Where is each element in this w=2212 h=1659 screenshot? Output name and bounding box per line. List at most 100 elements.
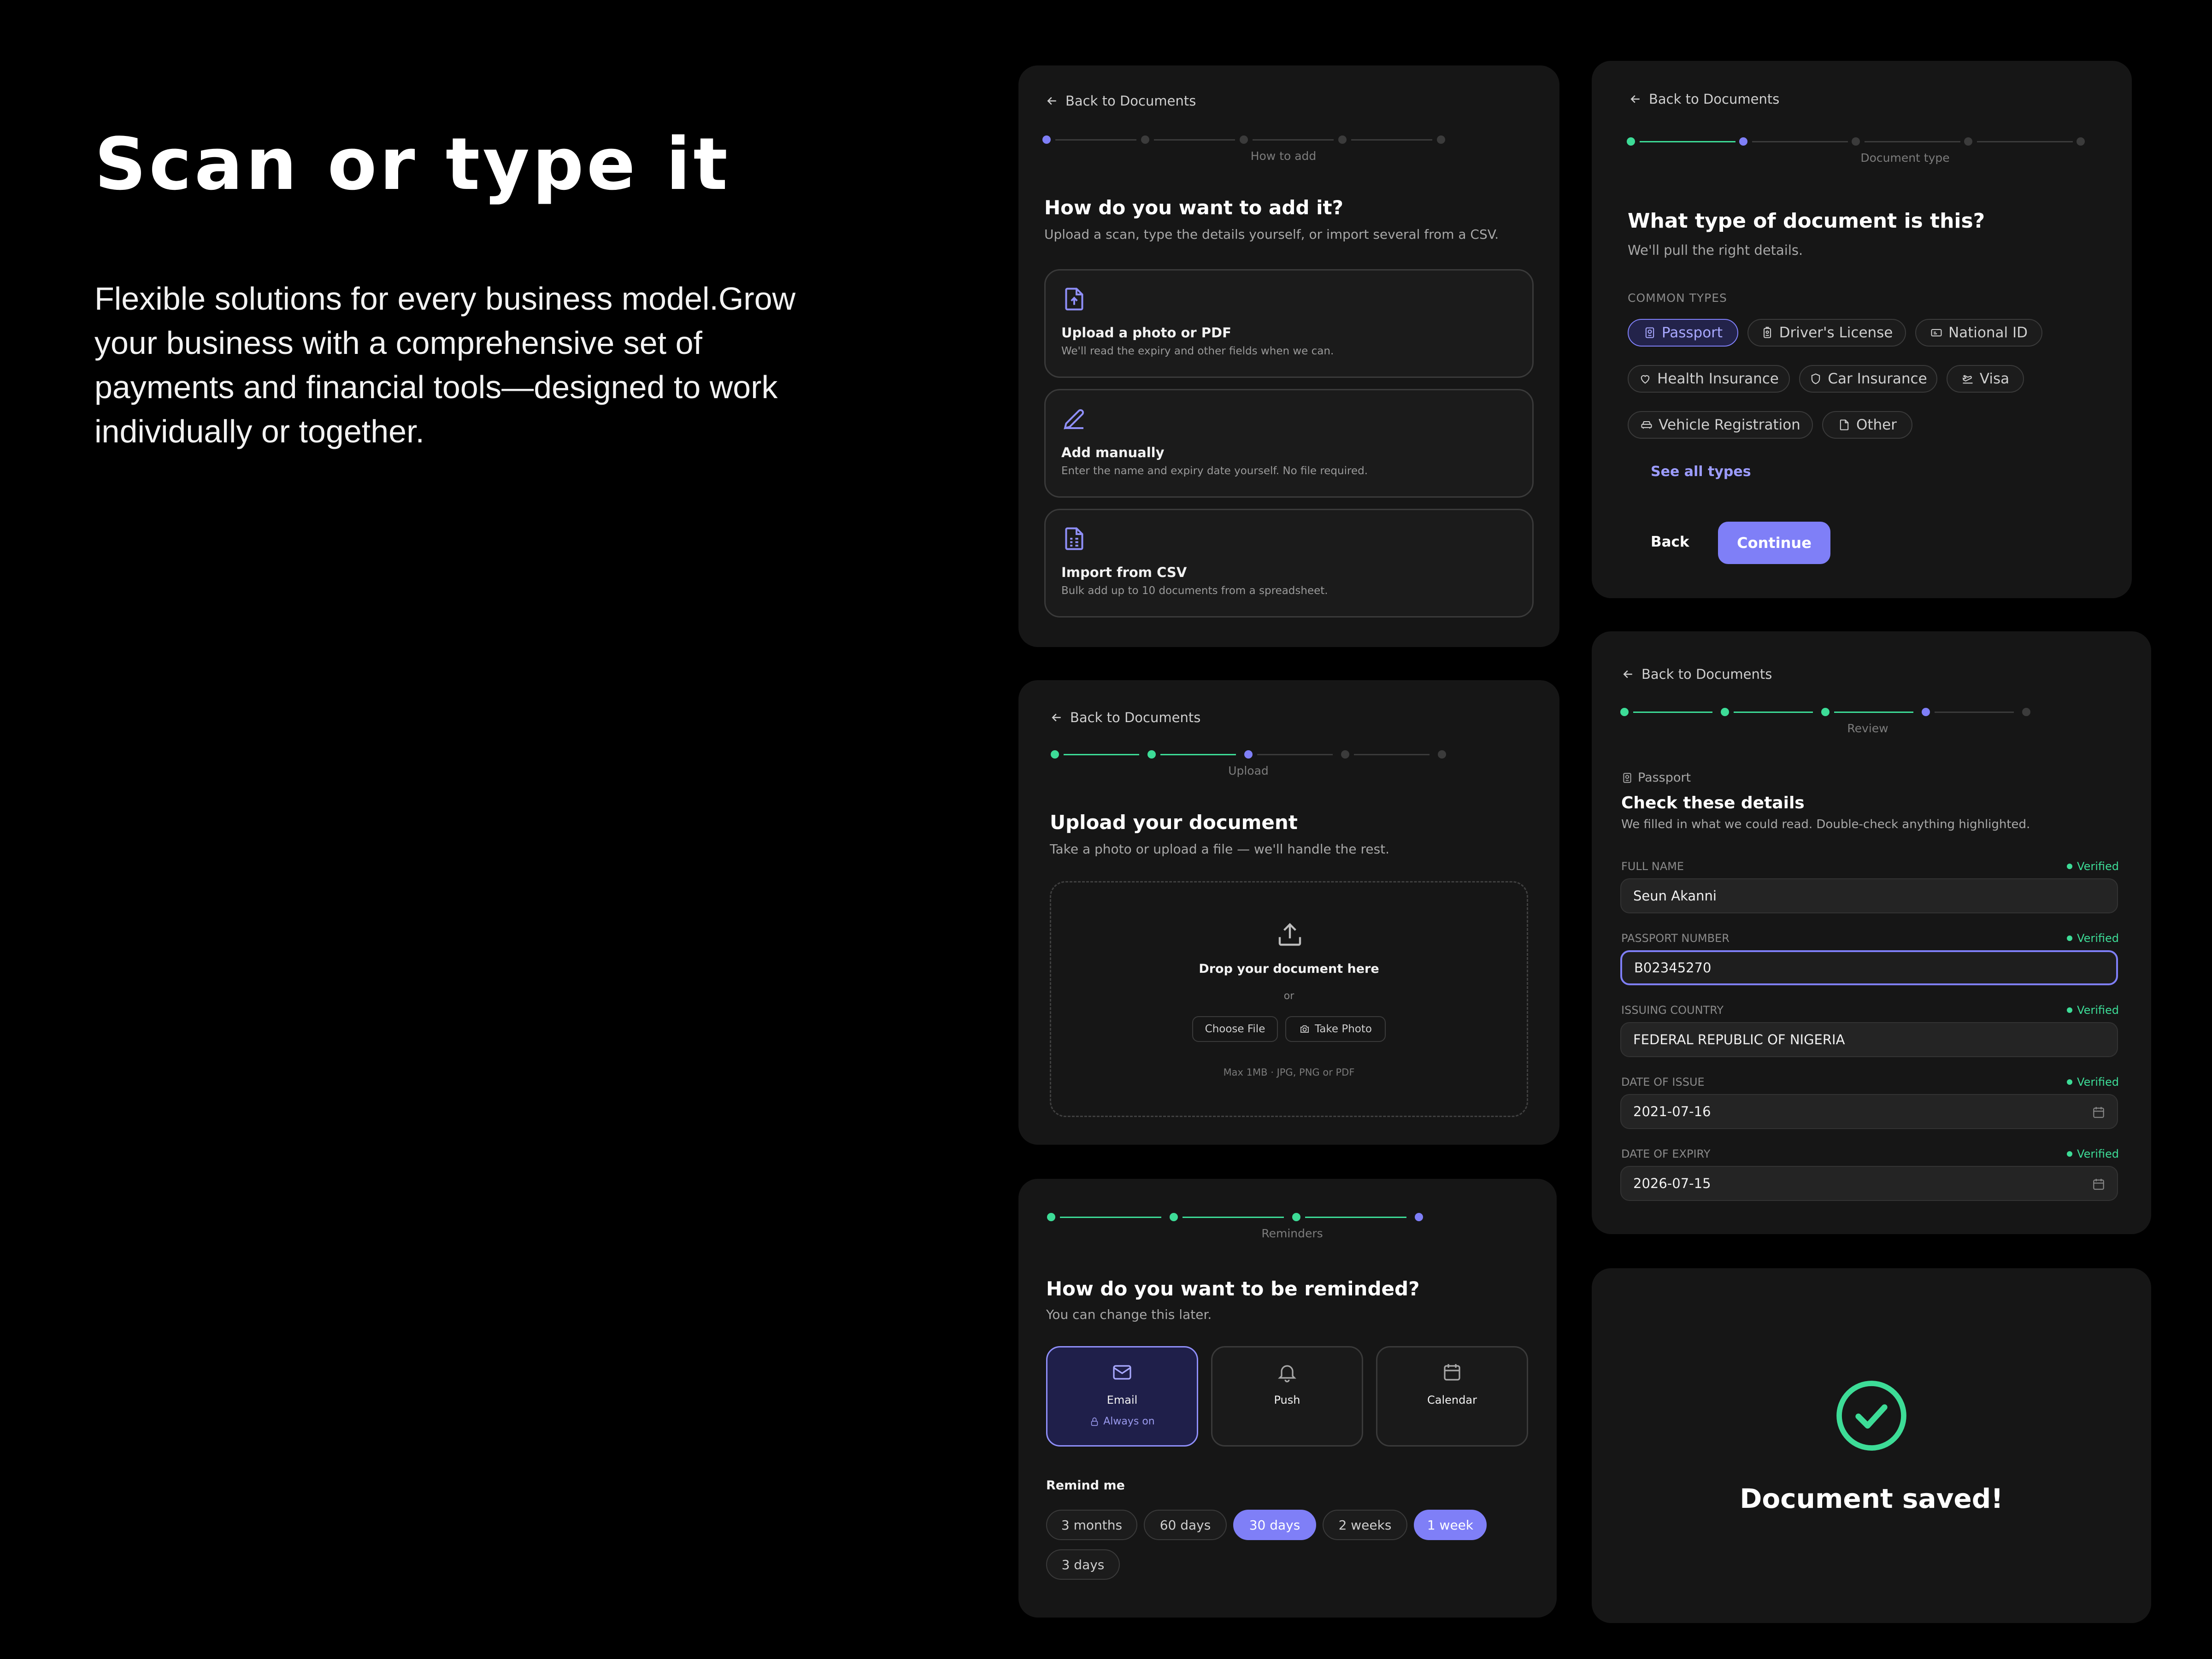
upload-icon — [1278, 923, 1301, 946]
button-label: Take Photo — [1315, 1023, 1372, 1035]
continue-button[interactable]: Continue — [1718, 522, 1830, 564]
progress-stepper: Document type — [1627, 137, 2106, 165]
step-label: Upload — [1228, 764, 1269, 777]
calendar-icon — [1444, 1364, 1460, 1381]
type-chip-national-id[interactable]: National ID — [1915, 319, 2042, 347]
chip-label: Passport — [1661, 324, 1723, 341]
verified-label: Verified — [2077, 1004, 2119, 1017]
step-label: How to add — [1250, 149, 1317, 163]
verified-badge: Verified — [2067, 1147, 2119, 1160]
option-desc: Bulk add up to 10 documents from a sprea… — [1061, 585, 1328, 597]
reminders-card: Reminders How do you want to be reminded… — [1018, 1179, 1557, 1618]
file-icon — [1840, 419, 1849, 430]
back-label: Back to Documents — [1649, 91, 1780, 107]
option-desc: We'll read the expiry and other fields w… — [1061, 345, 1334, 357]
back-to-documents-link[interactable]: Back to Documents — [1050, 710, 1200, 725]
option-title: Upload a photo or PDF — [1061, 325, 1231, 341]
page-title: Check these details — [1621, 794, 1805, 812]
page-title: How do you want to be reminded? — [1046, 1277, 1420, 1300]
verified-label: Verified — [2077, 1076, 2119, 1088]
interval-chip-3-days[interactable]: 3 days — [1046, 1549, 1120, 1580]
type-chip-other[interactable]: Other — [1822, 411, 1912, 439]
back-to-documents-link[interactable]: Back to Documents — [1045, 93, 1196, 109]
calendar-icon[interactable] — [2091, 1105, 2106, 1120]
interval-chip-30-days[interactable]: 30 days — [1233, 1510, 1316, 1540]
calendar-icon[interactable] — [2091, 1177, 2106, 1192]
status-dot — [2067, 935, 2073, 941]
status-dot — [2067, 1007, 2073, 1013]
review-card: Back to Documents Review Passport Check … — [1592, 631, 2151, 1234]
add-method-card: Back to Documents How to add How do you … — [1018, 65, 1559, 647]
passport-icon — [1623, 772, 1631, 783]
drop-zone[interactable]: Drop your document here or Choose File T… — [1050, 881, 1528, 1117]
plane-icon — [1962, 375, 1973, 384]
verified-badge: Verified — [2067, 1004, 2119, 1017]
reminder-channel-email[interactable]: Email Always on — [1046, 1346, 1198, 1447]
verified-badge: Verified — [2067, 860, 2119, 873]
step-label: Document type — [1860, 151, 1950, 165]
issuing-country-field[interactable]: FEDERAL REPUBLIC OF NIGERIA — [1620, 1022, 2118, 1057]
type-chip-drivers-license[interactable]: Driver's License — [1747, 319, 1906, 347]
id-badge-icon — [1763, 327, 1771, 338]
passport-icon — [1645, 327, 1654, 338]
id-card-icon — [1931, 329, 1942, 337]
back-to-documents-link[interactable]: Back to Documents — [1621, 666, 1772, 682]
back-to-documents-link[interactable]: Back to Documents — [1629, 91, 1779, 107]
step-dot-current — [1922, 708, 1930, 716]
progress-stepper: Upload — [1051, 750, 1530, 778]
interval-chip-1-week[interactable]: 1 week — [1414, 1510, 1487, 1540]
hero-title: Scan or type it — [94, 122, 730, 206]
passport-number-field[interactable]: B02345270 — [1620, 950, 2118, 985]
reminder-channel-push[interactable]: Push — [1211, 1346, 1363, 1447]
field-label: DATE OF ISSUE — [1621, 1076, 1705, 1088]
take-photo-button[interactable]: Take Photo — [1285, 1016, 1386, 1042]
option-title: Add manually — [1061, 445, 1165, 460]
lock-icon — [1091, 1417, 1098, 1426]
back-button[interactable]: Back — [1651, 534, 1689, 550]
interval-chip-60-days[interactable]: 60 days — [1144, 1510, 1227, 1540]
verified-label: Verified — [2077, 932, 2119, 945]
continue-label: Continue — [1737, 534, 1812, 552]
date-of-expiry-field[interactable]: 2026-07-15 — [1620, 1166, 2118, 1201]
date-of-issue-field[interactable]: 2021-07-16 — [1620, 1094, 2118, 1129]
status-dot — [2067, 864, 2073, 869]
upload-card: Back to Documents Upload Upload your doc… — [1018, 680, 1559, 1145]
chip-label: Driver's License — [1779, 324, 1893, 341]
full-name-field[interactable]: Seun Akanni — [1620, 878, 2118, 913]
arrow-left-icon — [1052, 713, 1061, 722]
upload-photo-option[interactable]: Upload a photo or PDF We'll read the exp… — [1044, 269, 1534, 378]
interval-chip-3-months[interactable]: 3 months — [1046, 1510, 1137, 1540]
import-csv-option[interactable]: Import from CSV Bulk add up to 10 docume… — [1044, 509, 1534, 618]
field-value: 2026-07-15 — [1633, 1176, 1711, 1191]
page-title: How do you want to add it? — [1044, 196, 1343, 219]
chip-label: Visa — [1979, 371, 2010, 387]
page-subtitle: We'll pull the right details. — [1628, 242, 1803, 258]
interval-chip-2-weeks[interactable]: 2 weeks — [1323, 1510, 1407, 1540]
type-chip-car-insurance[interactable]: Car Insurance — [1799, 365, 1937, 393]
shield-icon — [1812, 373, 1820, 384]
reminder-channel-calendar[interactable]: Calendar — [1376, 1346, 1528, 1447]
drop-label: Drop your document here — [1199, 962, 1379, 976]
arrow-left-icon — [1047, 97, 1056, 105]
page-subtitle: Upload a scan, type the details yourself… — [1044, 227, 1499, 242]
choose-file-button[interactable]: Choose File — [1192, 1016, 1278, 1042]
page-subtitle: We filled in what we could read. Double-… — [1621, 818, 2030, 831]
field-value: 2021-07-16 — [1633, 1104, 1711, 1119]
type-chip-health-insurance[interactable]: Health Insurance — [1628, 365, 1790, 393]
chip-label: Health Insurance — [1657, 371, 1779, 387]
camera-icon — [1300, 1025, 1309, 1033]
progress-stepper: How to add — [1042, 135, 1522, 163]
pencil-icon — [1064, 409, 1084, 429]
remind-me-label: Remind me — [1046, 1478, 1125, 1493]
step-dot-current — [1244, 750, 1253, 759]
type-chip-visa[interactable]: Visa — [1947, 365, 2024, 393]
type-chip-vehicle-registration[interactable]: Vehicle Registration — [1628, 411, 1813, 439]
heart-icon — [1641, 375, 1650, 384]
add-manually-option[interactable]: Add manually Enter the name and expiry d… — [1044, 389, 1534, 498]
see-all-types-link[interactable]: See all types — [1651, 464, 1751, 480]
channel-note: Always on — [1047, 1416, 1197, 1427]
type-chip-passport[interactable]: Passport — [1628, 319, 1738, 347]
arrow-left-icon — [1623, 670, 1632, 678]
chip-label: National ID — [1948, 324, 2028, 341]
channel-label: Push — [1274, 1394, 1300, 1406]
